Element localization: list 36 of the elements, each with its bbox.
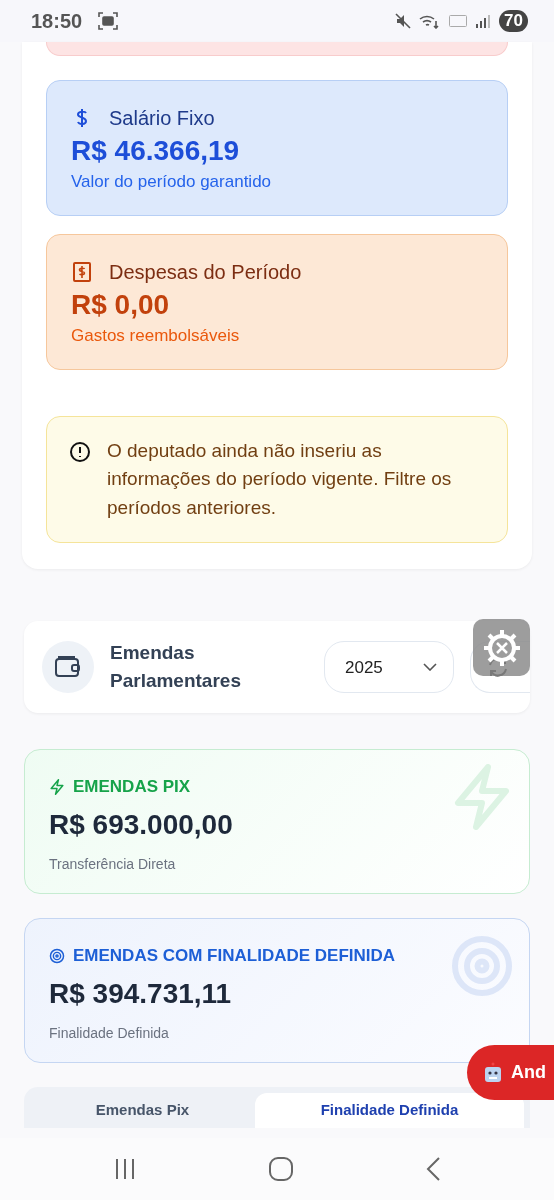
battery-level: 70	[499, 10, 528, 32]
signal-icon	[475, 13, 492, 29]
wifi-icon	[419, 13, 442, 29]
card-title: Despesas do Período	[109, 259, 302, 285]
notice-text: O deputado ainda não inseriu as informações do período vigente. Filtre os períodos anteriores.	[107, 438, 453, 520]
tab[interactable]: Emendas Pix	[30, 1093, 255, 1128]
network-badge-icon	[449, 15, 468, 27]
card-caption: Valor do período garantido	[71, 171, 273, 194]
section-title: Emendas Parlamentares	[110, 640, 242, 694]
chevron-down-icon	[423, 663, 437, 672]
info-icon	[69, 440, 91, 463]
home-icon[interactable]	[269, 1157, 293, 1181]
gear-tools-icon	[481, 627, 522, 668]
card-title: EMENDAS PIX	[73, 776, 191, 799]
amount: R$ 693.000,00	[49, 807, 234, 842]
back-icon[interactable]	[425, 1157, 440, 1181]
tab[interactable]: Finalidade Definida	[254, 1093, 524, 1128]
target-icon	[49, 948, 65, 965]
amount: R$ 0,00	[71, 287, 171, 322]
card-title: Salário Fixo	[109, 106, 215, 131]
card-caption: Gastos reembolsáveis	[71, 325, 241, 348]
card-caption: Transferência Direta	[49, 854, 177, 874]
card-caption: Finalidade Definida	[49, 1023, 170, 1043]
recent-apps-icon[interactable]	[114, 1158, 137, 1180]
year-select[interactable]: 2025	[324, 641, 454, 694]
amount: R$ 394.731,11	[49, 976, 233, 1011]
receipt-icon	[71, 260, 93, 283]
mute-icon	[395, 13, 412, 29]
floating-tool-menu[interactable]	[473, 619, 530, 677]
clock: 18:50	[31, 9, 83, 34]
card-title: EMENDAS COM FINALIDADE DEFINIDA	[73, 945, 396, 968]
assistant-button[interactable]: And	[467, 1045, 554, 1100]
lightning-icon	[49, 779, 65, 796]
amount: R$ 46.366,19	[71, 134, 241, 168]
robot-icon	[483, 1061, 503, 1084]
screenshot-icon	[98, 12, 119, 30]
